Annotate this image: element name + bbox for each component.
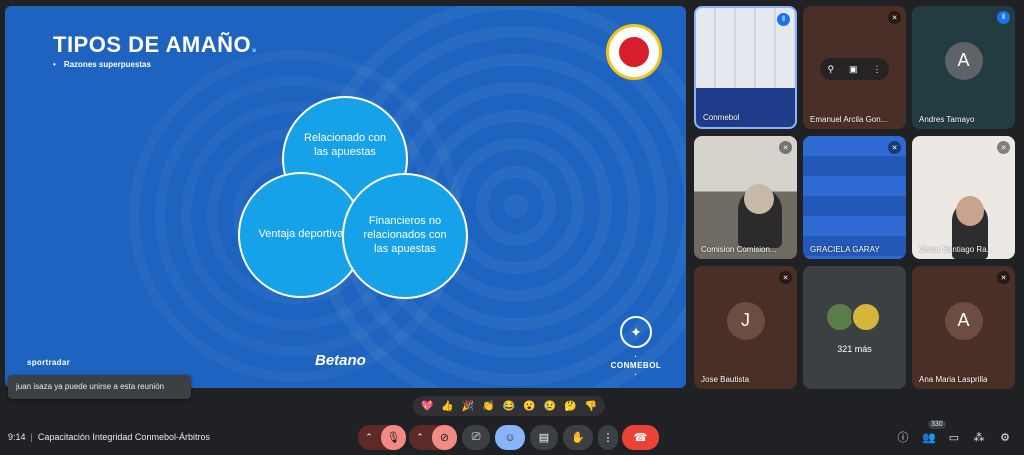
participant-name: Andres Tamayo	[919, 115, 975, 124]
avatar: J	[726, 301, 765, 340]
participant-tile[interactable]: ✕ ⚲ ▣ ⋮ Emanuel Arcila Gon...	[803, 6, 906, 129]
mic-off-icon: ✕	[888, 141, 901, 154]
camera-toggle[interactable]: ⌃ ⊘	[409, 425, 457, 450]
camera-off-icon[interactable]: ⊘	[432, 425, 457, 450]
participant-tile[interactable]: ✕ A Ana Maria Lasprilla	[912, 266, 1015, 389]
present-screen-icon: ⎚	[471, 431, 481, 443]
betano-logo: Betano	[315, 352, 366, 369]
conmebol-ball-icon: ✦	[620, 316, 652, 348]
mic-off-icon[interactable]: 🎙	[381, 425, 406, 450]
chevron-up-icon[interactable]: ⌃	[409, 432, 431, 443]
reactions-button[interactable]: ☺	[495, 425, 525, 450]
avatar: A	[944, 41, 983, 80]
info-icon[interactable]: ⓘ	[894, 428, 912, 446]
meeting-title: Capacitación Integridad Conmebol-Árbitro…	[37, 432, 210, 442]
participant-tile[interactable]: ⦀ Conmebol	[694, 6, 797, 129]
meet-window: TIPOS DE AMAÑO. Razones superpuestas Rel…	[0, 0, 1024, 455]
speaking-indicator-icon: ⦀	[777, 13, 790, 26]
participant-tile[interactable]: ✕ Comision Comision...	[694, 136, 797, 259]
meeting-info: 9:14 | Capacitación Integridad Conmebol-Ár…	[8, 432, 210, 442]
presentation-slide: TIPOS DE AMAÑO. Razones superpuestas Rel…	[5, 6, 686, 388]
conmebol-logo: ✦ · CONMEBOL ·	[608, 316, 664, 379]
avatar: A	[944, 301, 983, 340]
reaction-heart[interactable]: 💖	[421, 401, 433, 412]
reaction-clap[interactable]: 👏	[482, 401, 494, 412]
participant-name: Ana Maria Lasprilla	[919, 375, 988, 384]
participant-tile[interactable]: ✕ GRACIELA GARAY	[803, 136, 906, 259]
reaction-thinking[interactable]: 🤔	[564, 401, 576, 412]
sportradar-logo: sportradar	[27, 358, 71, 367]
mic-off-icon: ✕	[779, 271, 792, 284]
raise-hand-button[interactable]: ✋	[563, 425, 593, 450]
frame-icon[interactable]: ▣	[849, 64, 858, 75]
emoji-icon: ☺	[504, 431, 516, 444]
people-icon[interactable]: 👥	[920, 428, 938, 446]
join-notification: juan isaza ya puede unirse a esta reunió…	[8, 375, 191, 399]
reaction-laugh[interactable]: 😂	[503, 401, 515, 412]
present-button[interactable]: ⎚	[462, 425, 490, 450]
microphone-toggle[interactable]: ⌃ 🎙	[358, 425, 406, 450]
mic-off-icon: ✕	[779, 141, 792, 154]
participant-tile[interactable]: ✕ J Jose Bautista	[694, 266, 797, 389]
chat-icon[interactable]: ▭	[945, 428, 963, 446]
reaction-thumbs-up[interactable]: 👍	[441, 401, 453, 412]
speaking-indicator-icon: ⦀	[997, 11, 1010, 24]
pin-icon[interactable]: ⚲	[827, 64, 834, 75]
activities-icon[interactable]: ⁂	[970, 428, 988, 446]
meeting-time: 9:14	[8, 432, 26, 442]
more-participants-label: 321 más	[837, 344, 872, 354]
more-options-icon[interactable]: ⋮	[872, 64, 881, 75]
hang-up-icon: ☎	[633, 432, 648, 444]
federation-logo	[606, 24, 662, 80]
mic-off-icon: ✕	[997, 271, 1010, 284]
participant-tile[interactable]: ⦀ A Andres Tamayo	[912, 6, 1015, 129]
captions-button[interactable]: ▤	[530, 425, 558, 450]
venn-circle-financial: Financieros no relacionados con las apue…	[342, 173, 468, 299]
more-vert-icon: ⋮	[602, 432, 614, 444]
participant-name: Emanuel Arcila Gon...	[810, 115, 888, 124]
reaction-sad[interactable]: 😢	[544, 401, 556, 412]
participant-name: Conmebol	[703, 113, 740, 122]
mic-off-icon: ✕	[888, 11, 901, 24]
reaction-thumbs-down[interactable]: 👎	[584, 401, 596, 412]
reactions-bar: 💖 👍 🎉 👏 😂 😮 😢 🤔 👎	[413, 396, 605, 416]
participant-name: Jose Bautista	[701, 375, 750, 384]
participant-tile[interactable]: ✕ Oscar Santiago Ra...	[912, 136, 1015, 259]
participant-name: GRACIELA GARAY	[810, 245, 880, 254]
hand-icon: ✋	[571, 432, 585, 444]
chevron-up-icon[interactable]: ⌃	[358, 432, 380, 443]
tile-controls: ⚲ ▣ ⋮	[820, 58, 889, 80]
host-controls-icon[interactable]: ⚙	[996, 428, 1014, 446]
reaction-party[interactable]: 🎉	[462, 401, 474, 412]
participant-thumbnails	[825, 302, 881, 332]
avatar	[851, 302, 881, 332]
reaction-surprised[interactable]: 😮	[523, 401, 535, 412]
leave-call-button[interactable]: ☎	[622, 425, 659, 450]
captions-icon: ▤	[538, 432, 550, 444]
participant-name: Comision Comision...	[701, 245, 777, 254]
mic-off-icon: ✕	[997, 141, 1010, 154]
participant-name: Oscar Santiago Ra...	[919, 245, 994, 254]
slide-bullet: Razones superpuestas	[53, 60, 151, 69]
more-participants-tile[interactable]: 321 más	[803, 266, 906, 389]
more-options-button[interactable]: ⋮	[598, 425, 618, 450]
slide-title: TIPOS DE AMAÑO.	[53, 32, 258, 57]
